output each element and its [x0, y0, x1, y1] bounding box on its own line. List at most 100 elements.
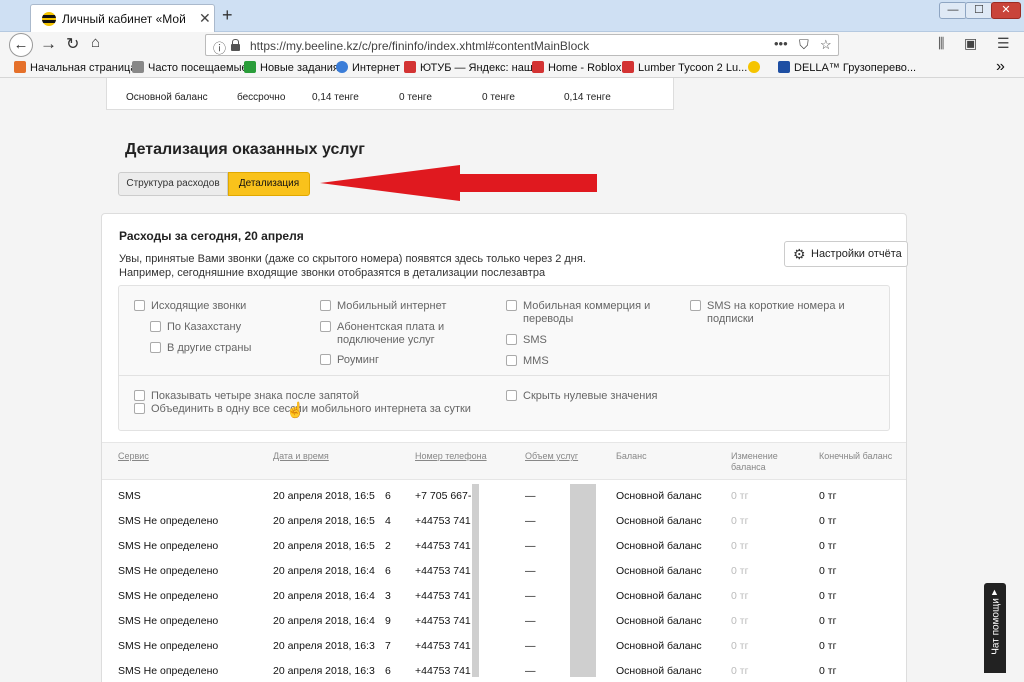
row-balance-change: 0 тг	[731, 540, 749, 552]
table-row[interactable]: SMS Не определено 20 апреля 2018, 16:4 3 +4…	[102, 590, 906, 615]
row-final-balance: 0 тг	[819, 665, 837, 677]
row-final-balance: 0 тг	[819, 615, 837, 627]
row-service: SMS Не определено	[118, 565, 219, 577]
table-row[interactable]: SMS Не определено 20 апреля 2018, 16:5 2 +4…	[102, 540, 906, 565]
bookmark-star-icon[interactable]: ☆	[820, 37, 832, 53]
row-service: SMS Не определено	[118, 640, 219, 652]
column-datetime[interactable]: Дата и время	[273, 451, 329, 462]
gear-icon: ⚙	[793, 246, 806, 262]
report-settings-button[interactable]: ⚙ Настройки отчёта	[784, 241, 908, 267]
filter-subscription-fee[interactable]: Абонентская плата и подключение услуг	[320, 321, 460, 347]
row-balance-change: 0 тг	[731, 615, 749, 627]
close-window-button[interactable]: ✕	[991, 2, 1021, 19]
filter-roaming[interactable]: Роуминг	[320, 354, 379, 367]
row-service: SMS Не определено	[118, 590, 219, 602]
column-balance: Баланс	[616, 451, 647, 461]
column-service[interactable]: Сервис	[118, 451, 149, 462]
row-volume: —	[525, 615, 536, 627]
gear-icon	[132, 61, 144, 73]
site-info-icon[interactable]: ⓘ	[213, 38, 226, 57]
row-time-digit: 2	[385, 540, 391, 552]
row-service: SMS Не определено	[118, 665, 219, 677]
table-row[interactable]: SMS Не определено 20 апреля 2018, 16:3 6 +4…	[102, 665, 906, 682]
new-tab-icon[interactable]: +	[222, 5, 233, 26]
option-hide-zero[interactable]: Скрыть нулевые значения	[506, 390, 657, 403]
help-chat-tab[interactable]: ▲ Чат помощи	[984, 583, 1006, 673]
reload-icon[interactable]: ↻	[66, 34, 79, 54]
minimize-button[interactable]: —	[939, 2, 967, 19]
balance-value-4: 0,14 тенге	[564, 92, 611, 103]
sidebar-icon[interactable]: ▣	[964, 35, 977, 52]
firefox-icon	[14, 61, 26, 73]
row-datetime: 20 апреля 2018, 16:5	[273, 515, 375, 527]
checkbox-icon	[506, 390, 517, 401]
back-arrow-icon[interactable]: ←	[9, 33, 33, 57]
bookmark-della[interactable]: DELLA™ Грузоперево...	[778, 61, 916, 75]
pocket-icon[interactable]: ⛉	[799, 37, 809, 53]
row-datetime: 20 апреля 2018, 16:4	[273, 565, 375, 577]
row-datetime: 20 апреля 2018, 16:5	[273, 540, 375, 552]
balance-value-2: 0 тенге	[399, 92, 432, 103]
tab-expense-structure[interactable]: Структура расходов	[118, 172, 228, 196]
filter-other-countries[interactable]: В другие страны	[150, 342, 251, 355]
forward-arrow-icon[interactable]: →	[40, 34, 57, 54]
bookmark-new-tasks[interactable]: Новые задания	[244, 61, 339, 75]
bookmark-frequent[interactable]: Часто посещаемые	[132, 61, 248, 75]
row-phone: +44753 741	[415, 515, 471, 527]
filter-sms-short-numbers[interactable]: SMS на короткие номера и подписки	[690, 300, 860, 326]
table-row[interactable]: SMS 20 апреля 2018, 16:5 6 +7 705 667- — Осно…	[102, 490, 906, 515]
filter-mobile-internet[interactable]: Мобильный интернет	[320, 300, 446, 313]
card-title: Расходы за сегодня, 20 апреля	[119, 229, 304, 243]
table-row[interactable]: SMS Не определено 20 апреля 2018, 16:4 9 +4…	[102, 615, 906, 640]
row-balance-change: 0 тг	[731, 565, 749, 577]
bookmarks-overflow-icon[interactable]: »	[996, 58, 1005, 75]
navigation-bar: ← → ↻ ⌂ ⓘ https://my.beeline.kz/c/pre/fi…	[0, 32, 1024, 58]
row-balance: Основной баланс	[616, 565, 702, 577]
bookmark-roblox[interactable]: Home - Roblox	[532, 61, 621, 75]
page-viewport: Основной баланс бессрочно 0,14 тенге 0 т…	[0, 78, 1024, 682]
column-volume[interactable]: Объем услуг	[525, 451, 578, 462]
row-phone: +44753 741	[415, 640, 471, 652]
home-icon[interactable]: ⌂	[91, 34, 100, 51]
column-phone[interactable]: Номер телефона	[415, 451, 487, 462]
menu-icon[interactable]: ☰	[997, 35, 1010, 52]
row-datetime: 20 апреля 2018, 16:5	[273, 490, 375, 502]
table-row[interactable]: SMS Не определено 20 апреля 2018, 16:4 6 +4…	[102, 565, 906, 590]
table-row[interactable]: SMS Не определено 20 апреля 2018, 16:3 7 +4…	[102, 640, 906, 665]
library-icon[interactable]: ⫼	[938, 35, 944, 52]
address-bar[interactable]: ⓘ https://my.beeline.kz/c/pre/fininfo/in…	[205, 34, 839, 56]
bookmark-lumber-tycoon[interactable]: Lumber Tycoon 2 Lu...	[622, 61, 747, 75]
filter-mobile-commerce[interactable]: Мобильная коммерция и переводы	[506, 300, 661, 326]
option-four-decimals[interactable]: Показывать четыре знака после запятой	[134, 390, 359, 403]
row-balance: Основной баланс	[616, 490, 702, 502]
bookmark-youtube[interactable]: ЮТУБ — Яндекс: наш...	[404, 61, 542, 75]
bookmark-start-page[interactable]: Начальная страница	[14, 61, 136, 75]
row-phone: +44753 741	[415, 615, 471, 627]
row-time-digit: 3	[385, 590, 391, 602]
filter-in-kazakhstan[interactable]: По Казахстану	[150, 321, 241, 334]
expenses-card: Расходы за сегодня, 20 апреля Увы, приня…	[101, 213, 908, 682]
row-balance: Основной баланс	[616, 665, 702, 677]
browser-tab[interactable]: Личный кабинет «Мой Beelin ✕	[30, 4, 215, 32]
beeline-logo-icon	[42, 12, 56, 26]
row-service: SMS Не определено	[118, 615, 219, 627]
maximize-button[interactable]: ☐	[965, 2, 993, 19]
filter-outgoing-calls[interactable]: Исходящие звонки	[134, 300, 246, 313]
page-actions-icon[interactable]: •••	[774, 36, 788, 51]
row-datetime: 20 апреля 2018, 16:4	[273, 590, 375, 602]
url-text[interactable]: https://my.beeline.kz/c/pre/fininfo/inde…	[250, 39, 589, 53]
row-datetime: 20 апреля 2018, 16:4	[273, 615, 375, 627]
table-row[interactable]: SMS Не определено 20 апреля 2018, 16:5 4 +4…	[102, 515, 906, 540]
row-volume: —	[525, 590, 536, 602]
row-service: SMS Не определено	[118, 515, 219, 527]
balance-value-1: 0,14 тенге	[312, 92, 359, 103]
circle-logo-icon	[748, 61, 760, 73]
tab-close-icon[interactable]: ✕	[199, 10, 211, 27]
column-balance-change: Изменение баланса	[731, 451, 778, 472]
row-final-balance: 0 тг	[819, 590, 837, 602]
filter-sms[interactable]: SMS	[506, 334, 547, 347]
tab-details[interactable]: Детализация	[228, 172, 310, 196]
filter-mms[interactable]: MMS	[506, 355, 549, 368]
bookmark-colorful[interactable]	[748, 61, 764, 75]
bookmark-internet[interactable]: Интернет	[336, 61, 400, 75]
